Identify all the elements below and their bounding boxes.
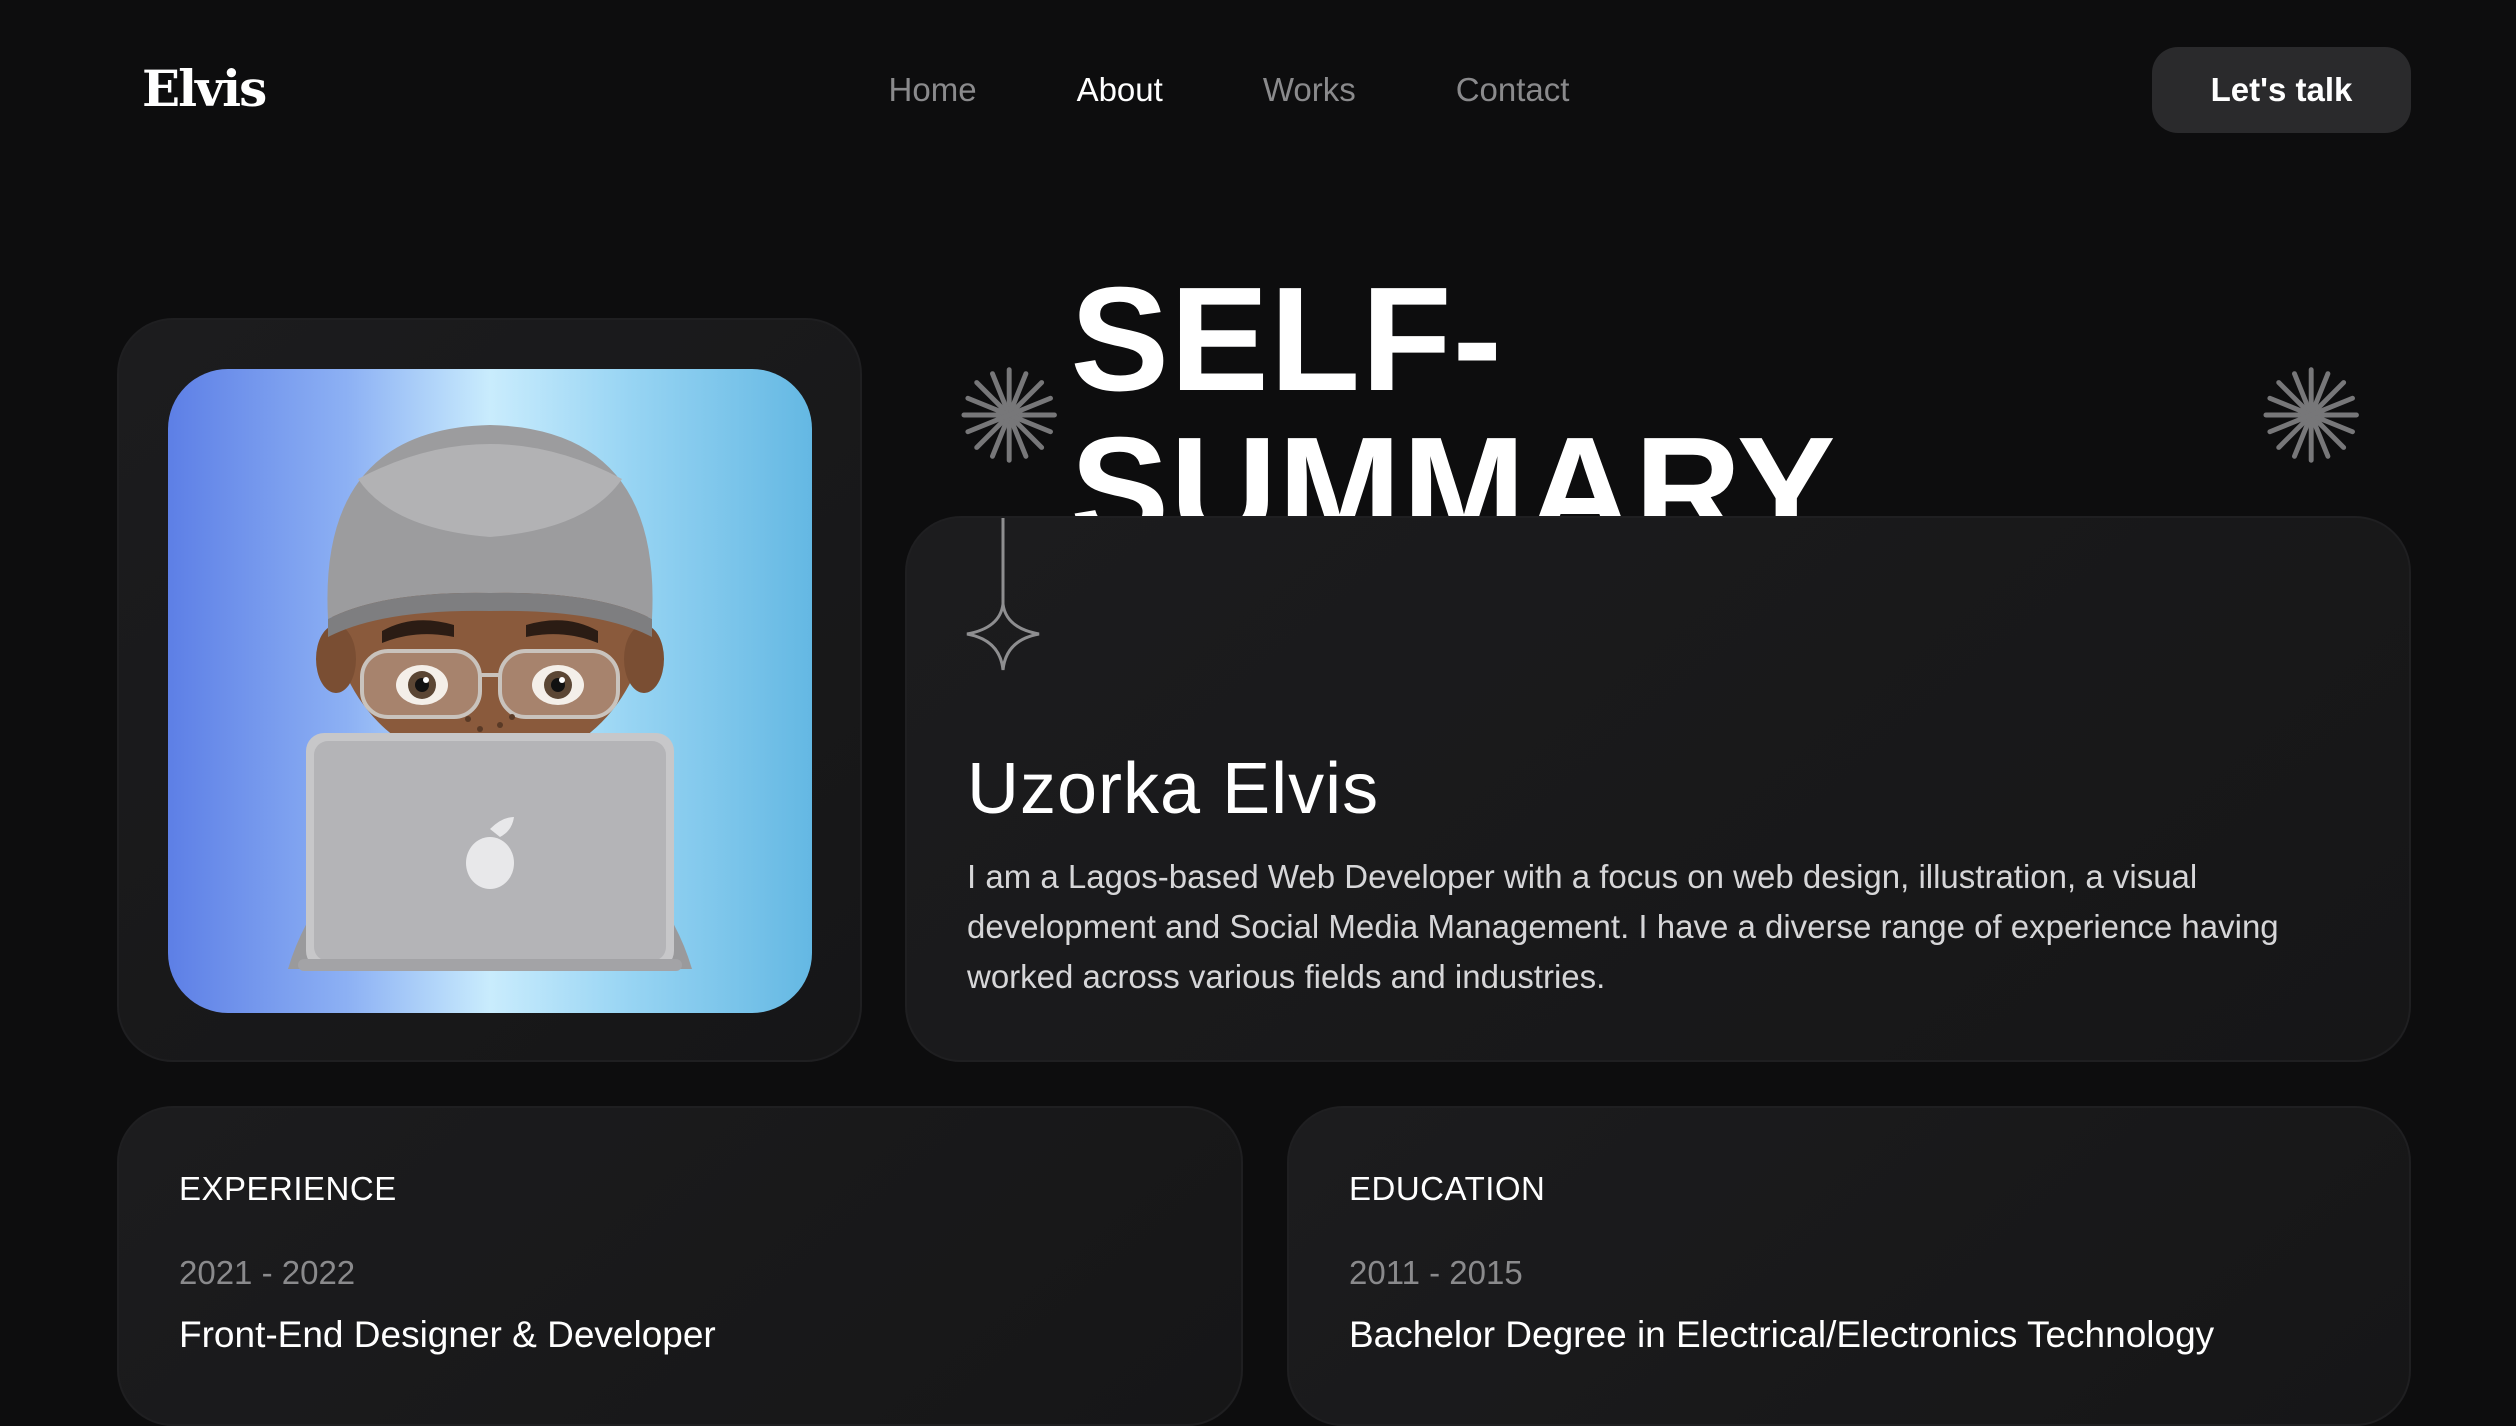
- memoji-illustration: [288, 425, 692, 971]
- avatar: [168, 369, 812, 1013]
- bio-text: I am a Lagos-based Web Developer with a …: [967, 858, 2279, 995]
- experience-card: EXPERIENCE 2021 - 2022 Front-End Designe…: [117, 1106, 1243, 1426]
- avatar-card: [117, 318, 862, 1062]
- education-card: EDUCATION 2011 - 2015 Bachelor Degree in…: [1287, 1106, 2411, 1426]
- nav-home[interactable]: Home: [889, 60, 977, 120]
- nav-about[interactable]: About: [1077, 60, 1163, 120]
- lets-talk-button[interactable]: Let's talk: [2152, 47, 2411, 133]
- nav-items: Home About Works Contact: [889, 60, 1570, 120]
- nav-contact[interactable]: Contact: [1456, 60, 1570, 120]
- laptop-icon: [298, 733, 682, 971]
- main-nav: Home About Works Contact: [0, 60, 2516, 120]
- starburst-icon: [2263, 367, 2359, 463]
- nav-works[interactable]: Works: [1263, 60, 1356, 120]
- education-heading: EDUCATION: [1349, 1170, 1546, 1207]
- experience-heading: EXPERIENCE: [179, 1170, 397, 1207]
- title-row: SELF-SUMMARY: [960, 265, 2360, 565]
- education-years: 2011 - 2015: [1349, 1254, 1523, 1291]
- starburst-icon: [961, 367, 1057, 463]
- experience-years: 2021 - 2022: [179, 1254, 356, 1291]
- person-name: Uzorka Elvis: [967, 749, 1380, 829]
- sparkle-icon: [966, 518, 1040, 671]
- summary-card: Uzorka Elvis I am a Lagos-based Web Deve…: [905, 516, 2411, 1062]
- logo-text: Elvis: [142, 59, 267, 118]
- logo[interactable]: Elvis: [142, 58, 267, 120]
